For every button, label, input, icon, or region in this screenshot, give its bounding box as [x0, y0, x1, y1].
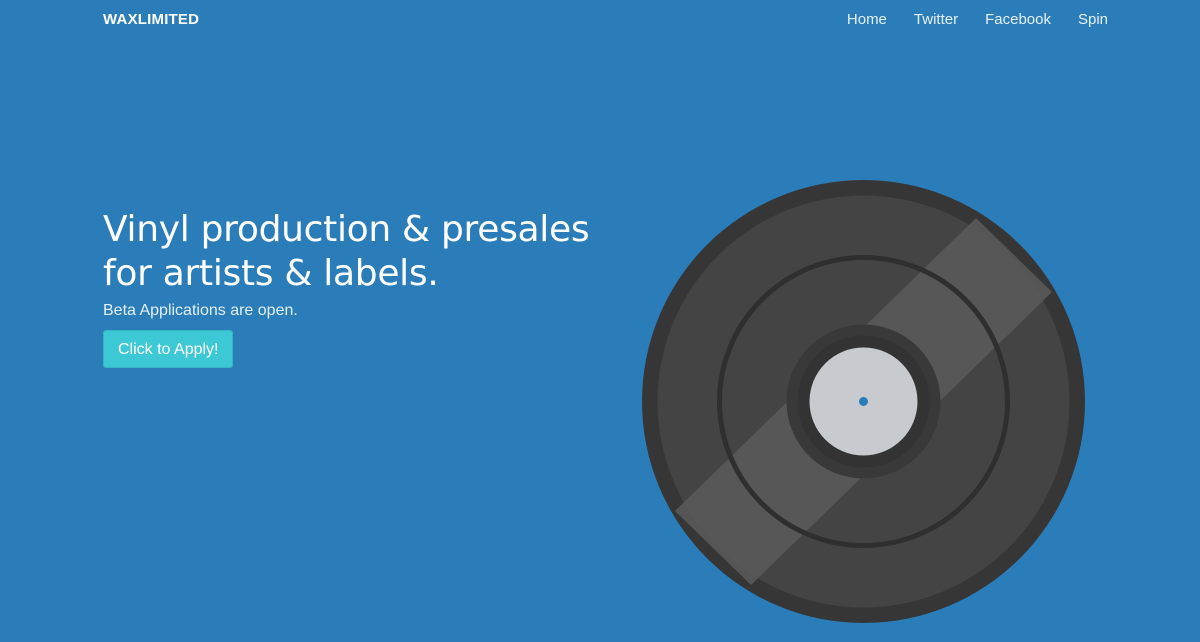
hero-headline-line1: Vinyl production & presales	[103, 209, 590, 250]
nav-link-home[interactable]: Home	[847, 11, 887, 28]
hero-headline-line2: for artists & labels.	[103, 253, 439, 294]
record-spindle	[859, 397, 868, 406]
nav-link-facebook[interactable]: Facebook	[985, 11, 1051, 28]
navbar: WAXLIMITED Home Twitter Facebook Spin	[0, 0, 1200, 40]
hero-subline: Beta Applications are open.	[103, 302, 298, 319]
brand-logo[interactable]: WAXLIMITED	[103, 11, 199, 28]
nav-link-twitter[interactable]: Twitter	[914, 11, 958, 28]
vinyl-record-icon	[642, 180, 1085, 623]
hero-headline: Vinyl production & presales for artists …	[103, 208, 623, 296]
nav-link-spin[interactable]: Spin	[1078, 11, 1108, 28]
apply-button[interactable]: Click to Apply!	[103, 330, 234, 368]
hero: Vinyl production & presales for artists …	[103, 208, 623, 368]
nav-links: Home Twitter Facebook Spin	[820, 11, 1108, 28]
